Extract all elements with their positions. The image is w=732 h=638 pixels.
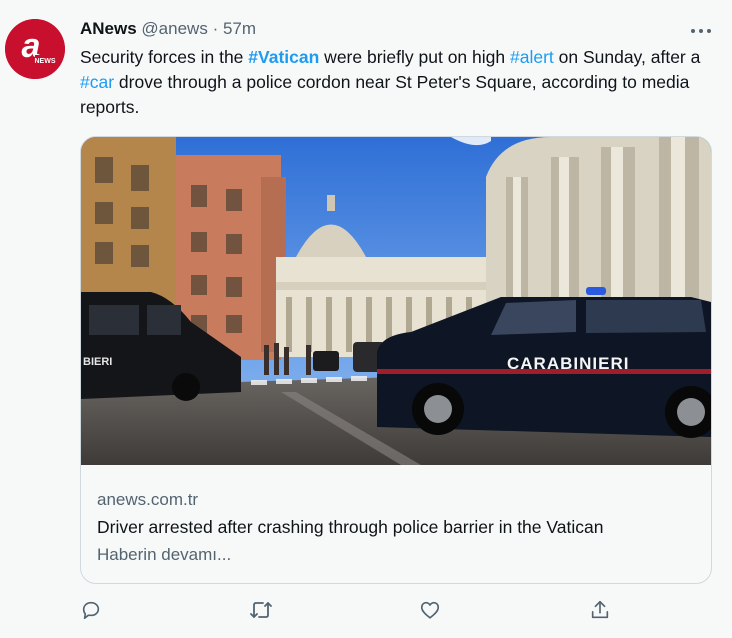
like-heart-icon[interactable] (416, 596, 444, 624)
tweet-text-segment: Security forces in the (80, 47, 249, 67)
tweet-text-segment: drove through a police cordon near St Pe… (80, 72, 690, 117)
card-description: Haberin devamı... (97, 545, 232, 564)
author-handle[interactable]: @anews (141, 19, 207, 38)
tweet-text: Security forces in the #Vatican were bri… (80, 45, 710, 120)
link-card[interactable]: BIERI CARABINIERI anews.com.tr Driver ar… (80, 136, 712, 584)
van-lettering: BIERI (83, 356, 112, 368)
hashtag-car[interactable]: #car (80, 72, 114, 92)
card-domain: anews.com.tr (97, 490, 199, 509)
tweet[interactable]: a NEWS ANews @anews · 57m Security force… (0, 0, 732, 638)
hashtag-vatican[interactable]: #Vatican (248, 47, 319, 67)
share-icon[interactable] (586, 596, 614, 624)
hashtag-alert[interactable]: #alert (510, 47, 554, 67)
anews-logo: a NEWS (5, 19, 65, 79)
avatar[interactable]: a NEWS (5, 19, 65, 79)
card-image[interactable]: BIERI CARABINIERI (81, 137, 711, 465)
tweet-text-segment: on Sunday, after a (553, 47, 701, 67)
separator-dot: · (212, 19, 219, 38)
tweet-header: ANews @anews · 57m (80, 18, 256, 40)
more-horizontal-icon[interactable] (686, 20, 716, 42)
carabinieri-lettering: CARABINIERI (507, 354, 629, 373)
tweet-timestamp[interactable]: 57m (223, 19, 256, 38)
retweet-icon[interactable] (247, 596, 275, 624)
tweet-text-segment: were briefly put on high (319, 47, 510, 67)
svg-text:NEWS: NEWS (35, 58, 56, 65)
author-name[interactable]: ANews (80, 19, 137, 38)
tweet-actions (0, 596, 732, 624)
reply-icon[interactable] (77, 596, 105, 624)
card-meta: anews.com.tr Driver arrested after crash… (97, 489, 697, 567)
card-title: Driver arrested after crashing through p… (97, 517, 604, 537)
